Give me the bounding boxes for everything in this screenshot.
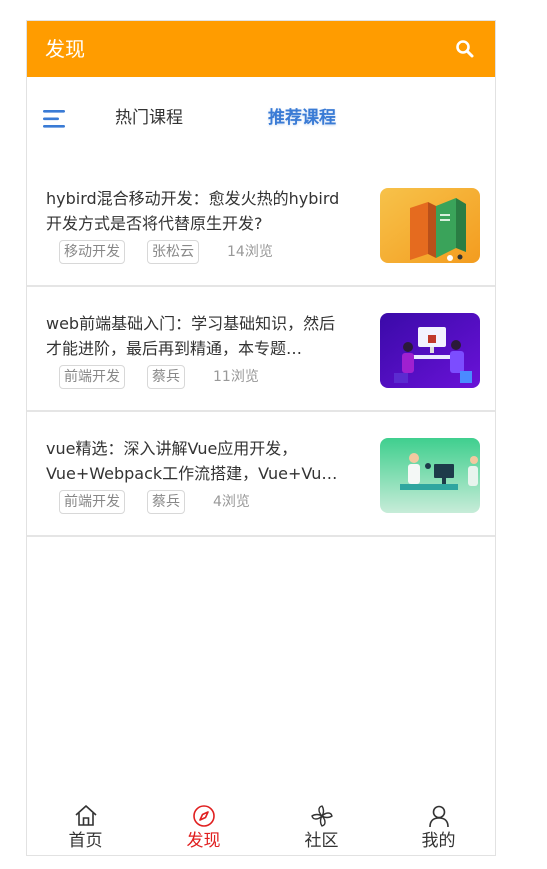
course-meta: 前端开发 蔡兵 11浏览	[59, 365, 259, 391]
nav-discover[interactable]: 发现	[145, 795, 262, 855]
bottom-navigation: 首页 发现 社区 我的	[27, 795, 495, 855]
pinwheel-icon	[309, 803, 335, 829]
course-thumbnail-meeting	[380, 438, 480, 513]
nav-label-home: 首页	[68, 831, 103, 851]
view-count: 11浏览	[213, 369, 259, 385]
course-thumbnail-coders	[380, 313, 480, 388]
nav-label-community: 社区	[304, 831, 339, 851]
author-tag: 蔡兵	[147, 490, 185, 514]
category-tag: 前端开发	[59, 490, 125, 514]
course-thumbnail-books	[380, 188, 480, 263]
nav-label-discover: 发现	[186, 831, 221, 851]
nav-community[interactable]: 社区	[263, 795, 380, 855]
user-icon	[426, 803, 452, 829]
home-icon	[73, 803, 99, 829]
list-item[interactable]: web前端基础入门：学习基础知识，然后才能进阶，最后再到精通，本专题… 前端开发…	[27, 287, 495, 412]
search-icon[interactable]	[455, 39, 475, 59]
menu-icon[interactable]	[43, 109, 67, 129]
view-count: 4浏览	[213, 494, 250, 510]
compass-icon	[191, 803, 217, 829]
course-list: hybird混合移动开发：愈发火热的hybird开发方式是否将代替原生开发? 移…	[27, 162, 495, 537]
tab-hot-courses[interactable]: 热门课程	[115, 106, 183, 130]
list-item[interactable]: vue精选：深入讲解Vue应用开发，Vue+Webpack工作流搭建，Vue+V…	[27, 412, 495, 537]
course-title: vue精选：深入讲解Vue应用开发，Vue+Webpack工作流搭建，Vue+V…	[46, 439, 338, 483]
list-item[interactable]: hybird混合移动开发：愈发火热的hybird开发方式是否将代替原生开发? 移…	[27, 162, 495, 287]
author-tag: 张松云	[147, 240, 199, 264]
category-tag: 前端开发	[59, 365, 125, 389]
tab-recommended-courses[interactable]: 推荐课程	[268, 106, 336, 130]
view-count: 14浏览	[227, 244, 273, 260]
course-meta: 前端开发 蔡兵 4浏览	[59, 490, 250, 516]
course-title: hybird混合移动开发：愈发火热的hybird开发方式是否将代替原生开发?	[46, 189, 340, 233]
page-title: 发现	[45, 37, 85, 61]
nav-home[interactable]: 首页	[27, 795, 144, 855]
course-title: web前端基础入门：学习基础知识，然后才能进阶，最后再到精通，本专题…	[46, 314, 336, 358]
author-tag: 蔡兵	[147, 365, 185, 389]
category-tabbar: 热门课程 推荐课程	[27, 77, 495, 163]
nav-profile[interactable]: 我的	[380, 795, 495, 855]
phone-frame: 发现 热门课程 推荐课程 hybird混合移动开发：愈发火热的hybird开发方…	[26, 20, 496, 856]
course-meta: 移动开发 张松云 14浏览	[59, 240, 273, 266]
category-tag: 移动开发	[59, 240, 125, 264]
app-header: 发现	[27, 21, 495, 77]
nav-label-profile: 我的	[421, 831, 456, 851]
